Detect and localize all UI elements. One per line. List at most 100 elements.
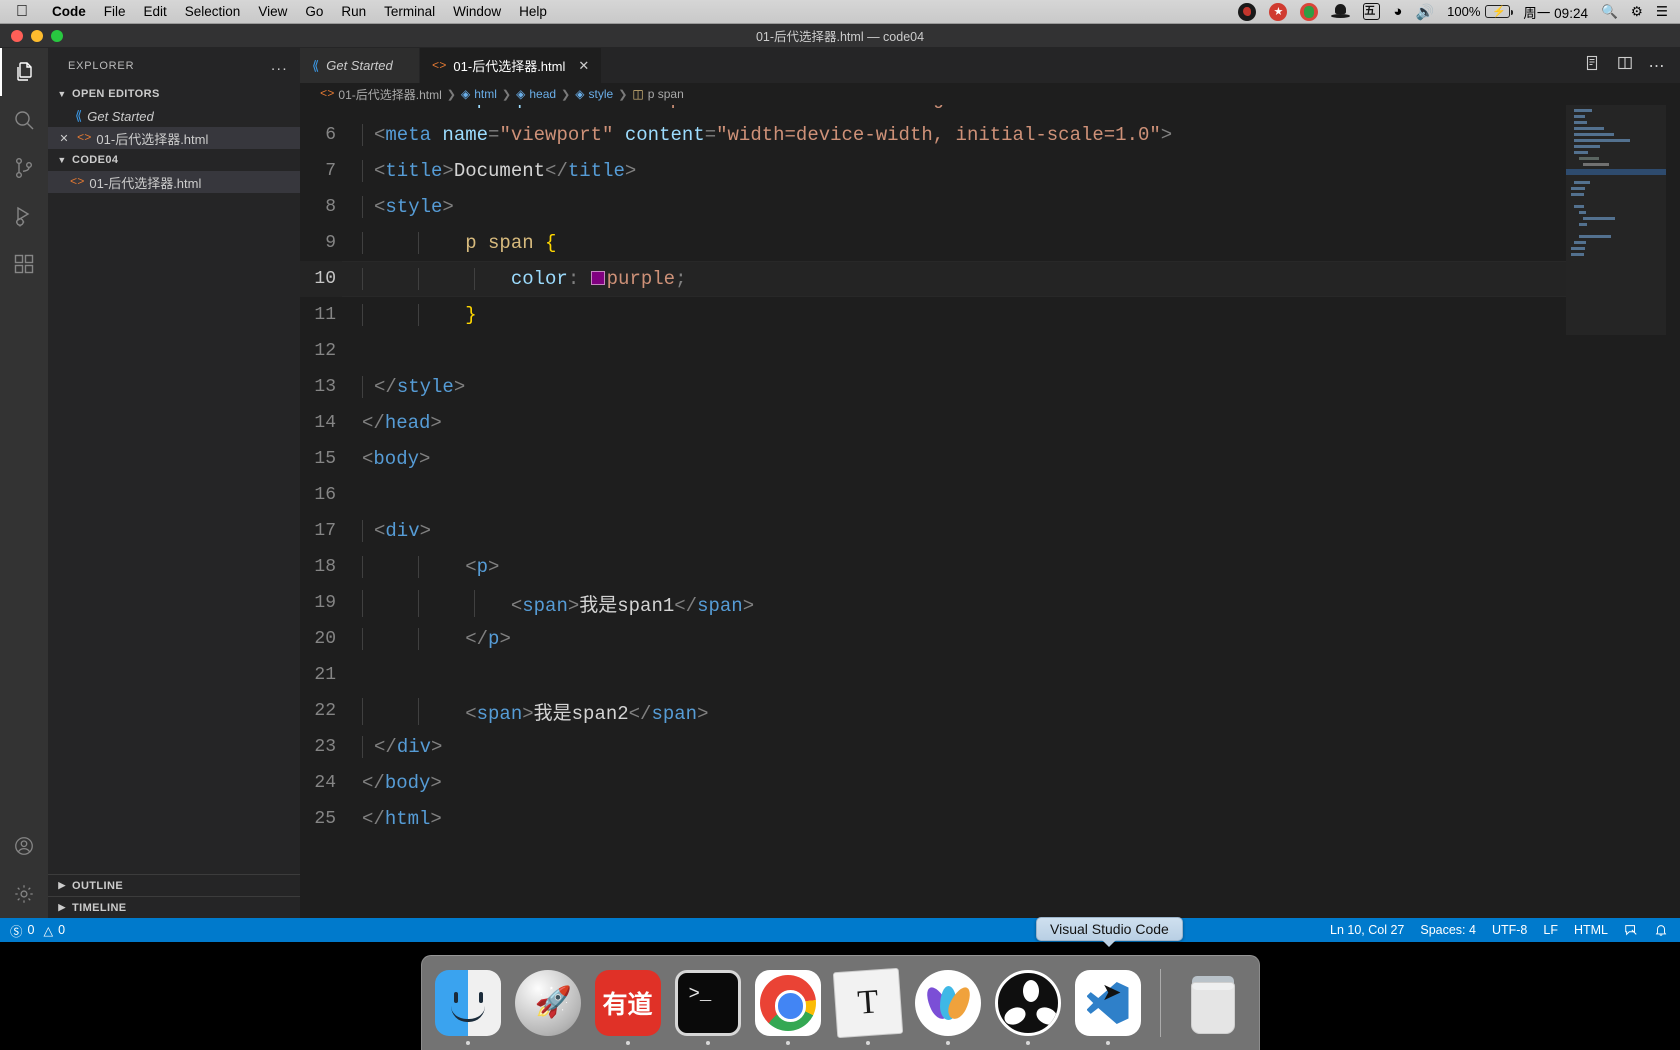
bell-icon[interactable] (1654, 923, 1668, 937)
open-editor-current-file[interactable]: ✕ <> 01-后代选择器.html (48, 127, 300, 149)
obs-icon[interactable] (1238, 2, 1257, 21)
status-problems[interactable]: Ⓢ 0 △ 0 (0, 921, 65, 940)
apple-logo-icon[interactable]:  (16, 3, 28, 20)
code-line[interactable]: 9 p span { (300, 225, 1566, 261)
sidebar-item-search[interactable] (0, 96, 48, 144)
code-lines[interactable]: 5 <meta http-equiv="X-UA-Compatible" con… (300, 105, 1566, 918)
sidebar-item-explorer[interactable] (0, 48, 48, 96)
menu-go[interactable]: Go (296, 4, 332, 19)
sidebar-item-run-and-debug[interactable] (0, 192, 48, 240)
dock-item-chrome[interactable] (751, 961, 825, 1045)
breadcrumb-item-head[interactable]: ◈ head (516, 87, 556, 101)
obs-icon (994, 970, 1061, 1036)
sidebar-item-source-control[interactable] (0, 144, 48, 192)
code-line[interactable]: 11 } (300, 297, 1566, 333)
code-line[interactable]: 20 </p> (300, 621, 1566, 657)
feedback-icon[interactable] (1624, 923, 1638, 937)
status-cursor-position[interactable]: Ln 10, Col 27 (1330, 923, 1404, 937)
code-line[interactable]: 23 </div> (300, 729, 1566, 765)
dock-item-obs[interactable] (991, 961, 1065, 1045)
manage-settings-button[interactable] (0, 870, 48, 918)
preview-icon[interactable] (1585, 55, 1601, 76)
tab-html-file[interactable]: <> 01-后代选择器.html ✕ (420, 48, 603, 83)
code-line-active[interactable]: 10 color: purple; (300, 261, 1566, 297)
status-language-mode[interactable]: HTML (1574, 923, 1608, 937)
menu-file[interactable]: File (95, 4, 135, 19)
minimize-window-button[interactable] (31, 29, 43, 42)
explorer-more-icon[interactable]: ... (271, 57, 288, 74)
folder-label: CODE04 (72, 154, 119, 166)
split-editor-icon[interactable] (1617, 55, 1633, 76)
dock-item-lightroom[interactable] (911, 961, 985, 1045)
menu-run[interactable]: Run (332, 4, 375, 19)
code-line[interactable]: 24 </body> (300, 765, 1566, 801)
snipaste-icon[interactable] (1300, 2, 1319, 21)
control-center-icon[interactable]: ⚙ (1631, 4, 1643, 20)
search-icon[interactable]: 🔍 (1601, 4, 1618, 20)
code-line[interactable]: 18 <p> (300, 549, 1566, 585)
section-open-editors[interactable]: ▼ OPEN EDITORS (48, 83, 300, 105)
dock-item-launchpad[interactable]: 🚀 (511, 961, 585, 1045)
accounts-button[interactable] (0, 822, 48, 870)
menu-help[interactable]: Help (510, 4, 556, 19)
clock[interactable]: 周一 09:24 (1523, 2, 1588, 22)
menu-window[interactable]: Window (444, 4, 510, 19)
menu-edit[interactable]: Edit (135, 4, 176, 19)
menu-view[interactable]: View (249, 4, 296, 19)
minimap[interactable] (1566, 105, 1666, 918)
editor-decorations-overview[interactable] (1666, 105, 1680, 918)
breadcrumb-item-selector[interactable]: ◫ p span (632, 87, 683, 101)
file-item-html[interactable]: <> 01-后代选择器.html (48, 171, 300, 193)
breadcrumb-item-file[interactable]: <> 01-后代选择器.html (320, 86, 442, 103)
dock-item-finder[interactable] (431, 961, 505, 1045)
ellipsis-icon[interactable]: ⋯ (1649, 56, 1667, 76)
code-line[interactable]: 8 <style> (300, 189, 1566, 225)
dock-item-typora[interactable]: T (831, 961, 905, 1045)
code-line[interactable]: 13 </style> (300, 369, 1566, 405)
code-line[interactable]: 14 </head> (300, 405, 1566, 441)
section-timeline[interactable]: ▶ TIMELINE (48, 896, 300, 918)
close-window-button[interactable] (11, 29, 23, 42)
dock-item-vscode[interactable]: ➤ (1071, 961, 1145, 1045)
code-line[interactable]: 16 (300, 477, 1566, 513)
dock-item-terminal[interactable]: >_ (671, 961, 745, 1045)
battery-status[interactable]: 100% ⚡ (1447, 4, 1514, 19)
zoom-window-button[interactable] (51, 29, 63, 42)
color-swatch[interactable] (590, 271, 605, 285)
menu-selection[interactable]: Selection (176, 4, 250, 19)
section-folder-code04[interactable]: ▼ CODE04 (48, 149, 300, 171)
minimap-slider[interactable] (1566, 105, 1666, 335)
line-number: 13 (314, 377, 336, 397)
open-editor-get-started[interactable]: ⟪ Get Started (48, 105, 300, 127)
recorder-icon[interactable] (1269, 2, 1288, 21)
code-line[interactable]: 19 <span>我是span1</span> (300, 585, 1566, 621)
list-icon[interactable]: ☰ (1656, 4, 1668, 20)
status-encoding[interactable]: UTF-8 (1492, 923, 1527, 937)
close-icon[interactable]: ✕ (56, 132, 72, 145)
volume-icon[interactable]: 🔊 (1415, 3, 1434, 21)
tab-get-started[interactable]: ⟪ Get Started (300, 48, 420, 83)
code-line[interactable]: 6 <meta name="viewport" content="width=d… (300, 117, 1566, 153)
code-line[interactable]: 12 (300, 333, 1566, 369)
status-eol[interactable]: LF (1543, 923, 1558, 937)
breadcrumb-item-style[interactable]: ◈ style (575, 87, 613, 101)
code-editor[interactable]: 5 <meta http-equiv="X-UA-Compatible" con… (300, 105, 1680, 918)
menu-terminal[interactable]: Terminal (375, 4, 444, 19)
wifi-icon[interactable]: ◕ (1393, 3, 1402, 20)
ime-icon[interactable]: 五 (1363, 3, 1381, 20)
breadcrumb-item-html[interactable]: ◈ html (461, 87, 497, 101)
code-line[interactable]: 7 <title>Document</title> (300, 153, 1566, 189)
bartender-icon[interactable] (1331, 4, 1351, 19)
menu-code[interactable]: Code (43, 4, 95, 19)
close-icon[interactable]: ✕ (578, 58, 589, 74)
section-outline[interactable]: ▶ OUTLINE (48, 874, 300, 896)
sidebar-item-extensions[interactable] (0, 240, 48, 288)
code-line[interactable]: 25 </html> (300, 801, 1566, 837)
status-indentation[interactable]: Spaces: 4 (1420, 923, 1476, 937)
dock-item-youdao[interactable]: 有道 (591, 961, 665, 1045)
code-line[interactable]: 22 <span>我是span2</span> (300, 693, 1566, 729)
code-line[interactable]: 15 <body> (300, 441, 1566, 477)
code-line[interactable]: 21 (300, 657, 1566, 693)
code-line[interactable]: 17 <div> (300, 513, 1566, 549)
dock-item-trash[interactable] (1176, 961, 1250, 1045)
